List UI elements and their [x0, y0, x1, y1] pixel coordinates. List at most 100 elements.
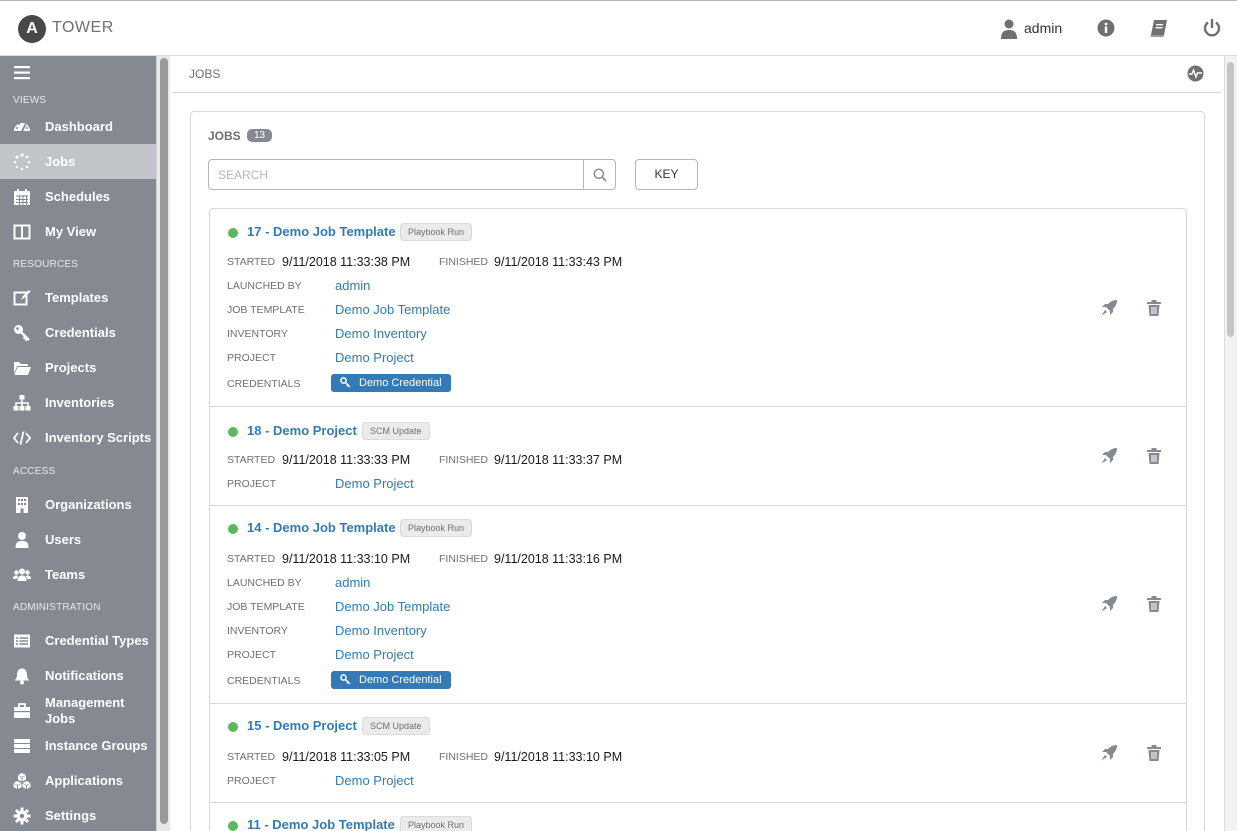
- inventory-label: INVENTORY: [227, 625, 288, 637]
- delete-trash-icon[interactable]: [1145, 299, 1163, 317]
- job-template-label: JOB TEMPLATE: [227, 304, 305, 316]
- sidebar-item-my-view[interactable]: My View: [0, 214, 156, 249]
- inventory-label: INVENTORY: [227, 328, 288, 340]
- sidebar-item-instance-groups[interactable]: Instance Groups: [0, 728, 156, 763]
- breadcrumb-jobs[interactable]: JOBS: [189, 67, 220, 81]
- job-row: 18 - Demo Project SCM Update STARTED 9/1…: [210, 407, 1186, 506]
- sidebar-item-schedules[interactable]: Schedules: [0, 179, 156, 214]
- job-row: 11 - Demo Job Template Playbook Run: [210, 803, 1186, 831]
- sidebar-item-inventory-scripts[interactable]: Inventory Scripts: [0, 420, 156, 455]
- job-name-link[interactable]: 11 - Demo Job Template: [247, 817, 395, 831]
- documentation-book-icon[interactable]: [1149, 18, 1169, 38]
- sidebar-item-jobs[interactable]: Jobs: [0, 144, 156, 179]
- status-success-icon[interactable]: [228, 821, 238, 831]
- current-user-link[interactable]: admin: [1024, 20, 1062, 36]
- job-template-link[interactable]: Demo Job Template: [335, 302, 450, 317]
- sidebar-item-inventories[interactable]: Inventories: [0, 385, 156, 420]
- activity-stream-icon[interactable]: [1187, 65, 1204, 82]
- job-type-badge: Playbook Run: [400, 223, 473, 241]
- jobs-spinner-icon: [13, 153, 31, 171]
- credential-name: Demo Credential: [359, 674, 442, 686]
- credential-name: Demo Credential: [359, 377, 442, 389]
- status-success-icon[interactable]: [228, 427, 238, 437]
- inventory-link[interactable]: Demo Inventory: [335, 326, 427, 341]
- sidebar-item-label: Users: [45, 532, 82, 547]
- main-scroll-thumb[interactable]: [1227, 62, 1234, 337]
- sidebar-item-label: Notifications: [45, 668, 124, 683]
- user-icon[interactable]: [1000, 19, 1018, 39]
- relaunch-rocket-icon[interactable]: [1100, 744, 1118, 762]
- sidebar-scroll-thumb[interactable]: [160, 58, 168, 824]
- inventory-link[interactable]: Demo Inventory: [335, 623, 427, 638]
- credential-tag[interactable]: Demo Credential: [331, 671, 451, 689]
- relaunch-rocket-icon[interactable]: [1100, 447, 1118, 465]
- sidebar-item-users[interactable]: Users: [0, 522, 156, 557]
- sidebar-item-label: Inventory Scripts: [45, 430, 152, 445]
- sidebar-item-credentials[interactable]: Credentials: [0, 315, 156, 350]
- finished-value: 9/11/2018 11:33:16 PM: [494, 552, 623, 566]
- sidebar-item-label: Management Jobs: [45, 695, 125, 726]
- finished-label: FINISHED: [439, 256, 489, 268]
- code-icon: [13, 431, 31, 445]
- hamburger-menu-icon[interactable]: [14, 66, 32, 80]
- status-success-icon[interactable]: [228, 722, 238, 732]
- brand-name[interactable]: TOWER: [52, 19, 114, 37]
- logout-power-icon[interactable]: [1202, 18, 1222, 38]
- project-label: PROJECT: [227, 352, 277, 364]
- sidebar-item-dashboard[interactable]: Dashboard: [0, 109, 156, 144]
- ansible-logo[interactable]: A: [18, 15, 46, 43]
- job-type-badge: Playbook Run: [400, 519, 473, 537]
- job-name-link[interactable]: 14 - Demo Job Template: [247, 520, 396, 535]
- search-button[interactable]: [583, 160, 615, 189]
- dashboard-icon: [14, 123, 30, 132]
- launched-by-link[interactable]: admin: [335, 278, 370, 293]
- delete-trash-icon[interactable]: [1145, 595, 1163, 613]
- job-name-link[interactable]: 17 - Demo Job Template: [247, 224, 396, 239]
- search-input[interactable]: [209, 160, 583, 189]
- panel-title: JOBS: [208, 129, 241, 143]
- delete-trash-icon[interactable]: [1145, 744, 1163, 762]
- breadcrumb: JOBS: [172, 56, 1222, 93]
- relaunch-rocket-icon[interactable]: [1100, 299, 1118, 317]
- started-label: STARTED: [227, 751, 276, 763]
- status-success-icon[interactable]: [228, 524, 238, 534]
- top-bar: A TOWER admin: [0, 0, 1237, 56]
- launched-by-link[interactable]: admin: [335, 575, 370, 590]
- sidebar-item-applications[interactable]: Applications: [0, 763, 156, 798]
- job-name-link[interactable]: 18 - Demo Project: [247, 423, 357, 438]
- sidebar-item-organizations[interactable]: Organizations: [0, 487, 156, 522]
- started-value: 9/11/2018 11:33:38 PM: [282, 255, 411, 269]
- info-icon[interactable]: [1096, 18, 1116, 38]
- sidebar-item-label: Credentials: [45, 325, 116, 340]
- sidebar-item-label: Teams: [45, 567, 86, 582]
- jobs-list: 17 - Demo Job Template Playbook Run STAR…: [209, 208, 1187, 831]
- key-button[interactable]: KEY: [635, 159, 698, 190]
- sidebar-item-teams[interactable]: Teams: [0, 557, 156, 592]
- project-link[interactable]: Demo Project: [335, 647, 414, 662]
- sidebar-item-management-jobs[interactable]: Management Jobs: [0, 693, 156, 728]
- sidebar-item-notifications[interactable]: Notifications: [0, 658, 156, 693]
- search-box: [208, 159, 616, 190]
- sidebar-item-credential-types[interactable]: Credential Types: [0, 623, 156, 658]
- job-template-link[interactable]: Demo Job Template: [335, 599, 450, 614]
- search-icon: [593, 168, 607, 182]
- delete-trash-icon[interactable]: [1145, 447, 1163, 465]
- project-link[interactable]: Demo Project: [335, 773, 414, 788]
- project-link[interactable]: Demo Project: [335, 350, 414, 365]
- job-type-badge: SCM Update: [362, 422, 430, 440]
- sidebar-item-label: Settings: [45, 808, 97, 823]
- project-link[interactable]: Demo Project: [335, 476, 414, 491]
- job-name-link[interactable]: 15 - Demo Project: [247, 718, 357, 733]
- sidebar-item-projects[interactable]: Projects: [0, 350, 156, 385]
- sidebar-item-label: Dashboard: [45, 119, 113, 134]
- job-row: 15 - Demo Project SCM Update STARTED 9/1…: [210, 704, 1186, 803]
- relaunch-rocket-icon[interactable]: [1100, 595, 1118, 613]
- sidebar-item-settings[interactable]: Settings: [0, 798, 156, 831]
- credential-tag[interactable]: Demo Credential: [331, 374, 451, 392]
- launched-by-label: LAUNCHED BY: [227, 280, 302, 292]
- sidebar-item-templates[interactable]: Templates: [0, 280, 156, 315]
- edit-icon: [13, 290, 31, 306]
- credentials-label: CREDENTIALS: [227, 675, 301, 687]
- finished-label: FINISHED: [439, 553, 489, 565]
- status-success-icon[interactable]: [228, 228, 238, 238]
